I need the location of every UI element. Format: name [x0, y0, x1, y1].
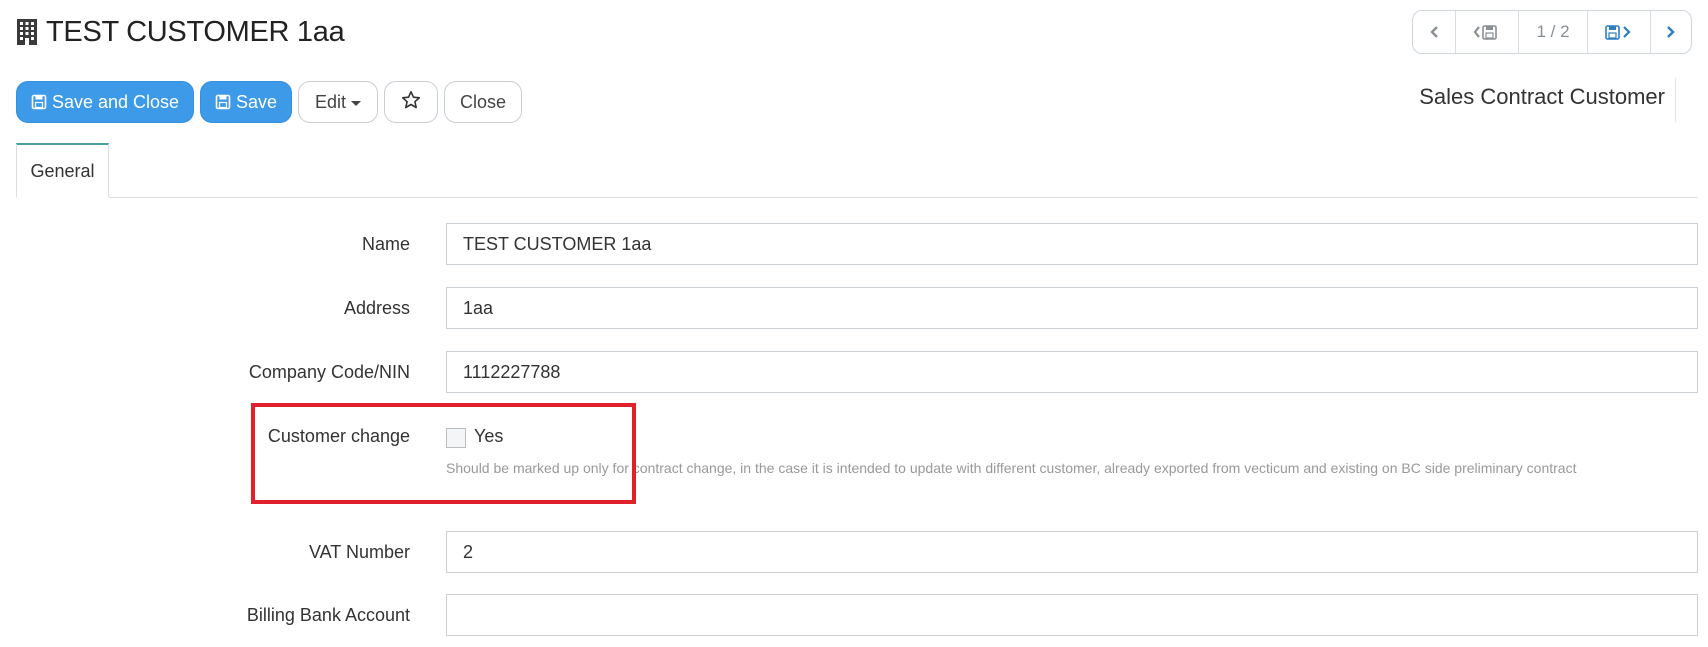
name-field[interactable]: TEST CUSTOMER 1aa	[446, 223, 1698, 265]
chevron-left-icon	[1430, 26, 1438, 38]
page-title: TEST CUSTOMER 1aa	[46, 15, 345, 48]
company-code-label: Company Code/NIN	[248, 362, 410, 382]
form-type-label: Sales Contract Customer	[1419, 84, 1665, 109]
save-icon	[215, 94, 231, 110]
vat-number-label: VAT Number	[308, 542, 410, 562]
tab-general[interactable]: General	[16, 143, 109, 198]
caret-down-icon	[351, 101, 362, 106]
company-code-field[interactable]: 1112227788	[446, 351, 1698, 393]
page-header: TEST CUSTOMER 1aa	[16, 10, 345, 54]
record-counter: 1 / 2	[1519, 11, 1588, 53]
highlight-box	[251, 403, 636, 504]
close-button[interactable]: Close	[444, 81, 522, 123]
billing-bank-account-field[interactable]	[446, 594, 1698, 636]
save-label: Save	[235, 91, 278, 112]
edit-dropdown-button[interactable]: Edit	[298, 81, 378, 123]
toolbar: Save and Close Save Edit Close	[16, 80, 522, 124]
edit-label: Edit	[314, 91, 347, 112]
favorite-button[interactable]	[384, 81, 438, 123]
save-icon	[31, 94, 47, 110]
save-and-close-button[interactable]: Save and Close	[16, 81, 194, 123]
star-icon	[401, 90, 421, 115]
name-label: Name	[361, 234, 410, 254]
next-record-button[interactable]	[1651, 11, 1691, 53]
next-saved-record-button[interactable]	[1588, 11, 1651, 53]
save-button[interactable]: Save	[200, 81, 292, 123]
tab-bar-divider	[16, 197, 1698, 198]
divider	[1675, 78, 1676, 122]
previous-record-button[interactable]	[1413, 11, 1456, 53]
save-chevron-right-icon	[1605, 25, 1631, 40]
record-pager: 1 / 2	[1412, 10, 1692, 54]
save-and-close-label: Save and Close	[51, 91, 180, 112]
address-field[interactable]: 1aa	[446, 287, 1698, 329]
previous-saved-record-button[interactable]	[1456, 11, 1519, 53]
address-label: Address	[343, 298, 410, 318]
chevron-right-icon	[1667, 26, 1675, 38]
vat-number-field[interactable]: 2	[446, 531, 1698, 573]
building-icon	[16, 18, 38, 46]
chevron-left-save-icon	[1473, 25, 1497, 40]
close-label: Close	[459, 91, 507, 112]
billing-bank-account-label: Billing Bank Account	[246, 605, 410, 625]
